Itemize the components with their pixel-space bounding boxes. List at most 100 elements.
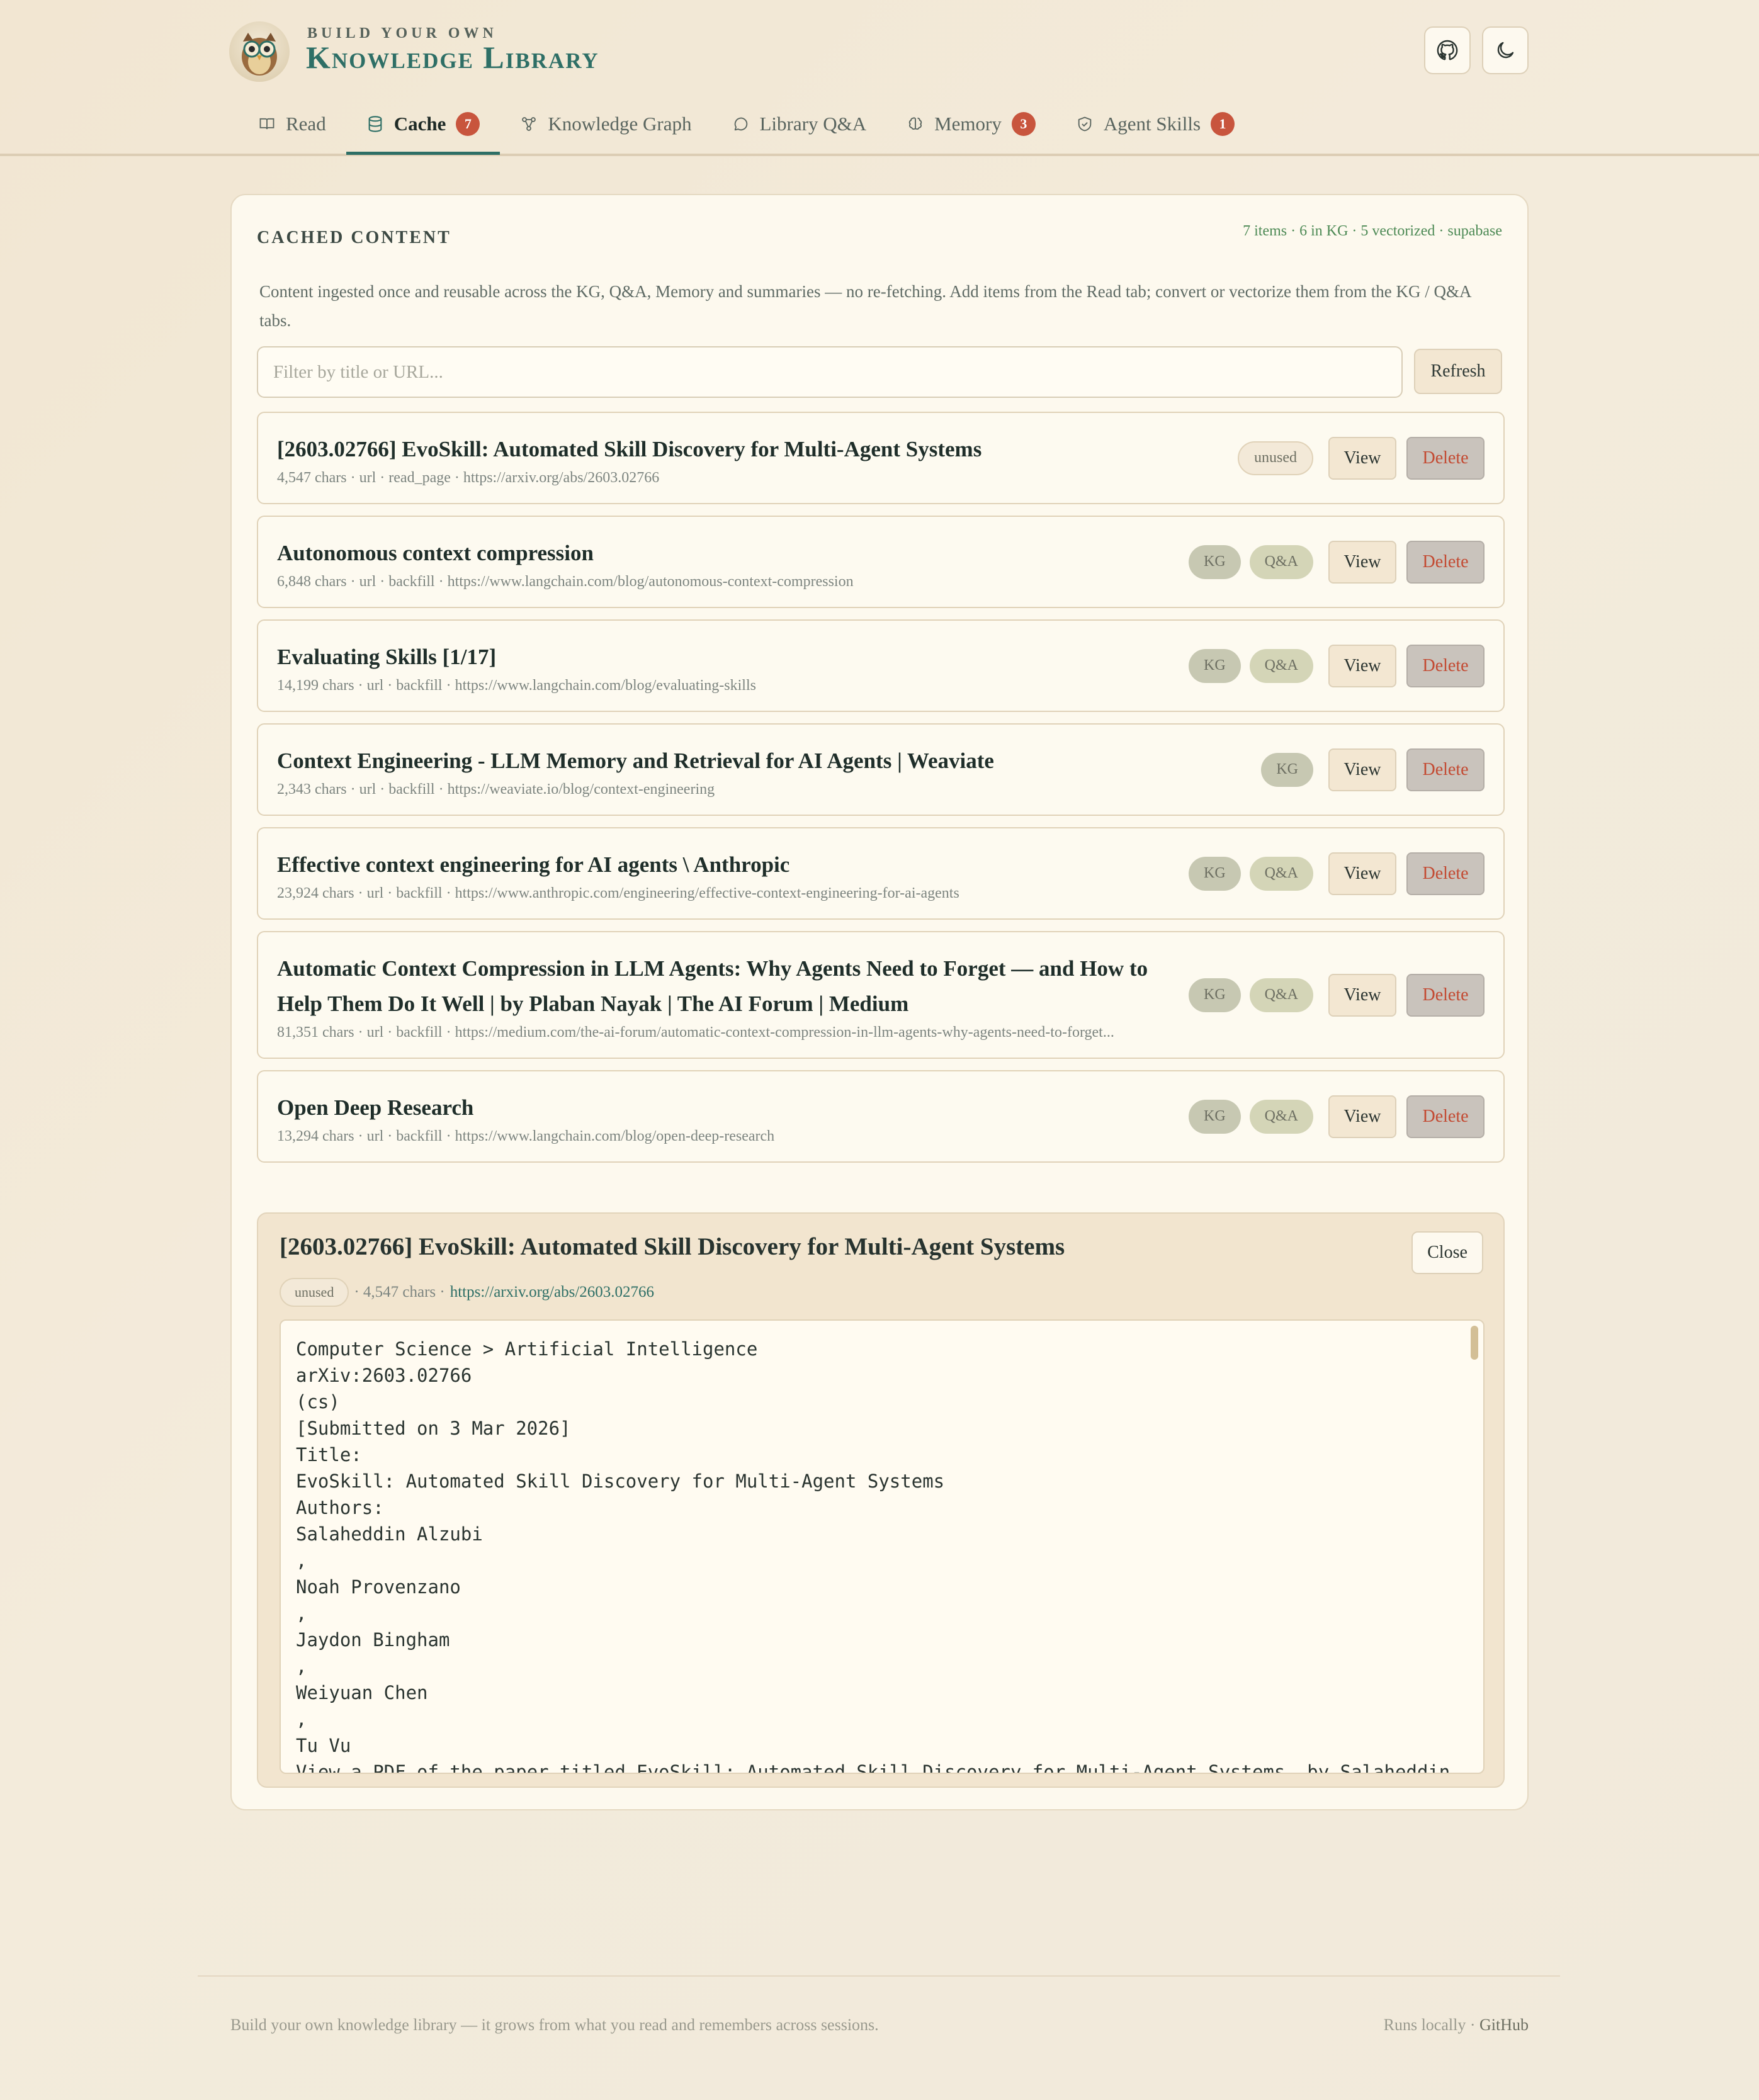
- tab-agent-skills[interactable]: Agent Skills 1: [1056, 94, 1255, 154]
- owl-logo-icon: [229, 21, 290, 82]
- kg-tag: KG: [1188, 545, 1241, 579]
- panel-title: CACHED CONTENT: [257, 228, 451, 247]
- detail-meta: unused · 4,547 chars · https://arxiv.org…: [280, 1278, 654, 1307]
- view-button[interactable]: View: [1328, 436, 1396, 480]
- item-title: Autonomous context compression: [277, 541, 594, 565]
- item-meta: 4,547 chars · url · read_page · https://…: [277, 470, 660, 486]
- cache-stats: 7 items · 6 in KG · 5 vectorized · supab…: [1243, 223, 1502, 239]
- item-title: Automatic Context Compression in LLM Age…: [277, 956, 1148, 1016]
- qa-tag: Q&A: [1249, 978, 1313, 1012]
- item-title: [2603.02766] EvoSkill: Automated Skill D…: [277, 437, 982, 461]
- item-meta: 6,848 chars · url · backfill · https://w…: [277, 573, 854, 590]
- chat-icon: [734, 117, 747, 131]
- tab-label: Memory: [934, 113, 1002, 135]
- tab-label: Library Q&A: [759, 113, 867, 135]
- view-button[interactable]: View: [1328, 540, 1396, 584]
- tab-label: Read: [286, 113, 326, 135]
- item-meta: 14,199 chars · url · backfill · https://…: [277, 677, 756, 694]
- item-actions: KG Q&A View Delete: [1188, 973, 1485, 1017]
- footer-runs-locally: Runs locally ·: [1383, 2016, 1479, 2034]
- item-actions: KG Q&A View Delete: [1188, 852, 1485, 895]
- footer-github-link[interactable]: GitHub: [1479, 2016, 1529, 2034]
- view-button[interactable]: View: [1328, 748, 1396, 791]
- panel-description: Content ingested once and reusable acros…: [259, 282, 1471, 330]
- delete-button[interactable]: Delete: [1406, 644, 1485, 687]
- detail-chars: · 4,547 chars ·: [354, 1284, 445, 1301]
- item-actions: KG Q&A View Delete: [1188, 540, 1485, 584]
- view-button[interactable]: View: [1328, 1095, 1396, 1138]
- delete-button[interactable]: Delete: [1406, 436, 1485, 480]
- unused-tag: unused: [1238, 441, 1313, 475]
- tab-knowledge-graph[interactable]: Knowledge Graph: [500, 94, 711, 154]
- theme-toggle-button[interactable]: [1482, 26, 1529, 74]
- list-item[interactable]: Autonomous context compression 6,848 cha…: [257, 516, 1505, 608]
- view-button[interactable]: View: [1328, 852, 1396, 895]
- detail-url-link[interactable]: https://arxiv.org/abs/2603.02766: [450, 1284, 654, 1301]
- list-item[interactable]: Automatic Context Compression in LLM Age…: [257, 931, 1505, 1059]
- tab-cache[interactable]: Cache 7: [346, 94, 501, 155]
- qa-tag: Q&A: [1249, 856, 1313, 891]
- delete-button[interactable]: Delete: [1406, 540, 1485, 584]
- unused-tag: unused: [280, 1278, 349, 1307]
- item-title: Open Deep Research: [277, 1095, 474, 1120]
- brand-title: Knowledge Library: [306, 40, 599, 75]
- tab-library-qa[interactable]: Library Q&A: [712, 94, 887, 154]
- item-actions: KG Q&A View Delete: [1188, 644, 1485, 687]
- refresh-button[interactable]: Refresh: [1414, 349, 1502, 394]
- delete-button[interactable]: Delete: [1406, 852, 1485, 895]
- content-viewer[interactable]: Computer Science > Artificial Intelligen…: [280, 1319, 1485, 1774]
- footer-links: Runs locally · GitHub: [1384, 2016, 1529, 2035]
- github-button[interactable]: [1424, 26, 1471, 74]
- github-icon: [1437, 40, 1458, 60]
- delete-button[interactable]: Delete: [1406, 748, 1485, 791]
- view-button[interactable]: View: [1328, 644, 1396, 687]
- kg-tag: KG: [1261, 752, 1313, 787]
- cache-list: [2603.02766] EvoSkill: Automated Skill D…: [257, 412, 1505, 1174]
- database-icon: [368, 116, 382, 132]
- list-item[interactable]: Effective context engineering for AI age…: [257, 827, 1505, 920]
- detail-title: [2603.02766] EvoSkill: Automated Skill D…: [280, 1233, 1065, 1260]
- item-meta: 23,924 chars · url · backfill · https://…: [277, 885, 959, 901]
- app-header: BUILD YOUR OWN Knowledge Library Read Ca…: [0, 0, 1759, 156]
- scrollbar-thumb[interactable]: [1471, 1326, 1478, 1360]
- tab-label: Agent Skills: [1103, 113, 1201, 135]
- qa-tag: Q&A: [1249, 648, 1313, 683]
- list-item[interactable]: Context Engineering - LLM Memory and Ret…: [257, 723, 1505, 816]
- tab-read[interactable]: Read: [238, 94, 346, 154]
- item-meta: 2,343 chars · url · backfill · https://w…: [277, 781, 715, 798]
- footer-divider: [198, 1975, 1560, 1977]
- qa-tag: Q&A: [1249, 545, 1313, 579]
- item-title: Context Engineering - LLM Memory and Ret…: [277, 748, 994, 773]
- shield-icon: [1078, 116, 1092, 132]
- item-actions: KG Q&A View Delete: [1188, 1095, 1485, 1138]
- tab-memory[interactable]: Memory 3: [886, 94, 1056, 154]
- filter-input[interactable]: [257, 346, 1403, 398]
- kg-tag: KG: [1188, 978, 1241, 1012]
- item-title: Effective context engineering for AI age…: [277, 852, 790, 877]
- list-item[interactable]: Open Deep Research 13,294 chars · url · …: [257, 1070, 1505, 1163]
- delete-button[interactable]: Delete: [1406, 1095, 1485, 1138]
- item-detail-panel: [2603.02766] EvoSkill: Automated Skill D…: [257, 1212, 1505, 1788]
- tab-label: Knowledge Graph: [548, 113, 692, 135]
- cached-content-panel: CACHED CONTENT 7 items · 6 in KG · 5 vec…: [230, 194, 1529, 1810]
- list-item[interactable]: [2603.02766] EvoSkill: Automated Skill D…: [257, 412, 1505, 504]
- main-tabs: Read Cache 7 Knowledge Graph Library Q&A…: [238, 94, 1255, 156]
- qa-tag: Q&A: [1249, 1099, 1313, 1134]
- kg-tag: KG: [1188, 856, 1241, 891]
- item-meta: 81,351 chars · url · backfill · https://…: [277, 1024, 1114, 1041]
- kg-tag: KG: [1188, 1099, 1241, 1134]
- book-icon: [259, 118, 274, 130]
- delete-button[interactable]: Delete: [1406, 973, 1485, 1017]
- tab-count-badge: 7: [456, 112, 480, 136]
- kg-tag: KG: [1188, 648, 1241, 683]
- tab-count-badge: 3: [1011, 112, 1036, 136]
- close-button[interactable]: Close: [1411, 1231, 1483, 1274]
- graph-icon: [522, 117, 536, 131]
- content-text: Computer Science > Artificial Intelligen…: [296, 1338, 1451, 1774]
- tab-count-badge: 1: [1211, 112, 1235, 136]
- list-item[interactable]: Evaluating Skills [1/17] 14,199 chars · …: [257, 619, 1505, 712]
- item-actions: KG View Delete: [1261, 748, 1485, 791]
- view-button[interactable]: View: [1328, 973, 1396, 1017]
- item-meta: 13,294 chars · url · backfill · https://…: [277, 1128, 775, 1144]
- brain-icon: [908, 117, 922, 130]
